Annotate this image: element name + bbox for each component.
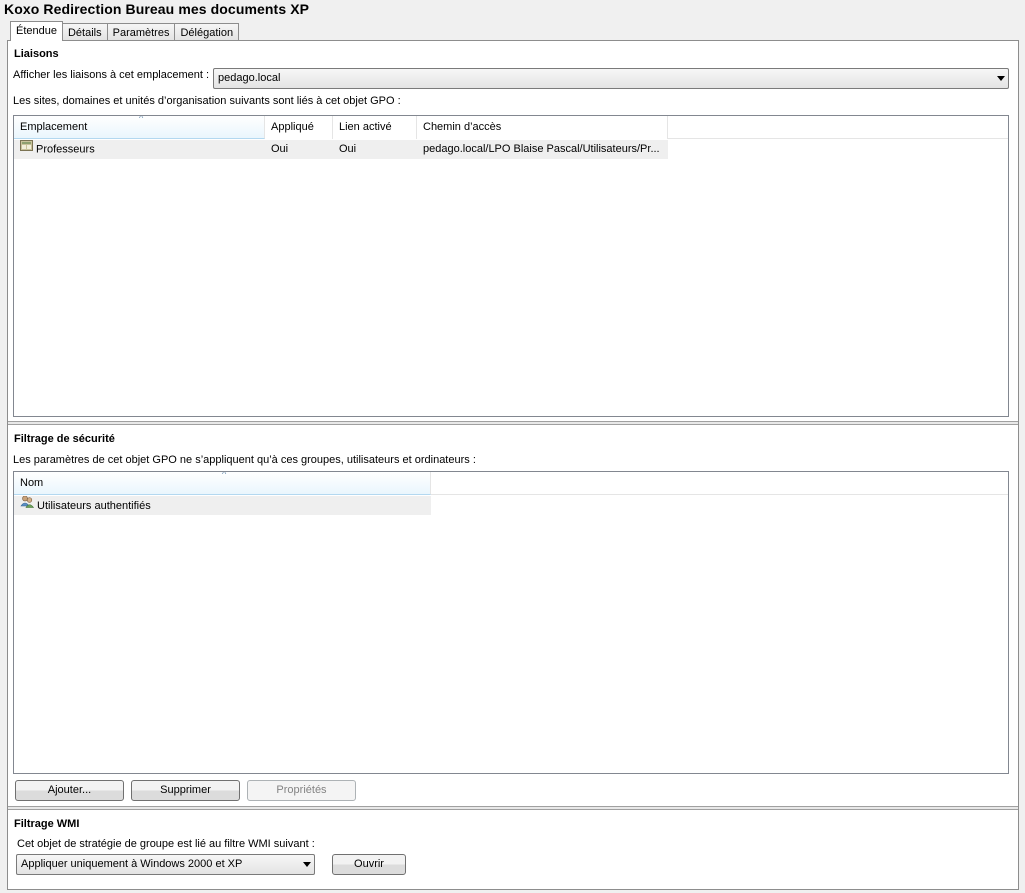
row-name: Utilisateurs authentifiés [37, 499, 151, 512]
chevron-down-icon [303, 862, 311, 867]
wmi-filter-value: Appliquer uniquement à Windows 2000 et X… [21, 858, 243, 870]
add-button[interactable]: Ajouter... [15, 780, 124, 801]
row-link-enabled: Oui [339, 143, 357, 155]
tab-settings[interactable]: Paramètres [106, 23, 176, 41]
table-row[interactable]: Utilisateurs authentifiés [14, 496, 431, 515]
section-splitter[interactable] [8, 421, 1018, 425]
location-combo[interactable]: pedago.local [213, 68, 1009, 89]
column-applied[interactable]: Appliqué [265, 116, 333, 139]
links-list-header: ^ Emplacement Appliqué Lien activé Chemi… [14, 116, 1008, 139]
open-button[interactable]: Ouvrir [332, 854, 406, 875]
column-location[interactable]: ^ Emplacement [14, 116, 265, 139]
user-group-icon [20, 496, 35, 515]
wmi-section-title: Filtrage WMI [14, 818, 80, 830]
security-section-title: Filtrage de sécurité [14, 433, 115, 445]
table-row[interactable]: Professeurs Oui Oui pedago.local/LPO Bla… [14, 140, 668, 159]
security-list-header: ^ Nom [14, 472, 1008, 495]
properties-button[interactable]: Propriétés [247, 780, 356, 801]
tab-delegation[interactable]: Délégation [174, 23, 240, 41]
window-title: Koxo Redirection Bureau mes documents XP [4, 1, 310, 17]
sort-ascending-icon: ^ [139, 115, 144, 123]
tab-strip: Étendue Détails Paramètres Délégation [10, 21, 240, 41]
wmi-filter-combo[interactable]: Appliquer uniquement à Windows 2000 et X… [16, 854, 315, 875]
row-location: Professeurs [36, 143, 95, 156]
security-description: Les paramètres de cet objet GPO ne s’app… [13, 454, 476, 466]
sort-ascending-icon: ^ [222, 471, 227, 479]
links-list[interactable]: ^ Emplacement Appliqué Lien activé Chemi… [13, 115, 1009, 417]
wmi-description: Cet objet de stratégie de groupe est lié… [17, 838, 315, 850]
chevron-down-icon [997, 76, 1005, 81]
scope-panel: Liaisons Afficher les liaisons à cet emp… [7, 40, 1019, 890]
security-list[interactable]: ^ Nom Utilisateurs authentifiés [13, 471, 1009, 774]
column-name[interactable]: ^ Nom [14, 472, 431, 495]
row-applied: Oui [271, 143, 289, 155]
tab-scope[interactable]: Étendue [10, 21, 63, 41]
column-link-enabled[interactable]: Lien activé [333, 116, 417, 139]
location-combo-value: pedago.local [218, 72, 281, 84]
column-path[interactable]: Chemin d’accès [417, 116, 668, 139]
section-splitter[interactable] [8, 806, 1018, 810]
links-section-title: Liaisons [14, 48, 59, 60]
remove-button[interactable]: Supprimer [131, 780, 240, 801]
row-path: pedago.local/LPO Blaise Pascal/Utilisate… [423, 143, 660, 155]
links-description: Les sites, domaines et unités d’organisa… [13, 95, 401, 107]
organizational-unit-icon [20, 140, 33, 158]
tab-details[interactable]: Détails [61, 23, 108, 41]
show-links-label: Afficher les liaisons à cet emplacement … [13, 69, 210, 81]
